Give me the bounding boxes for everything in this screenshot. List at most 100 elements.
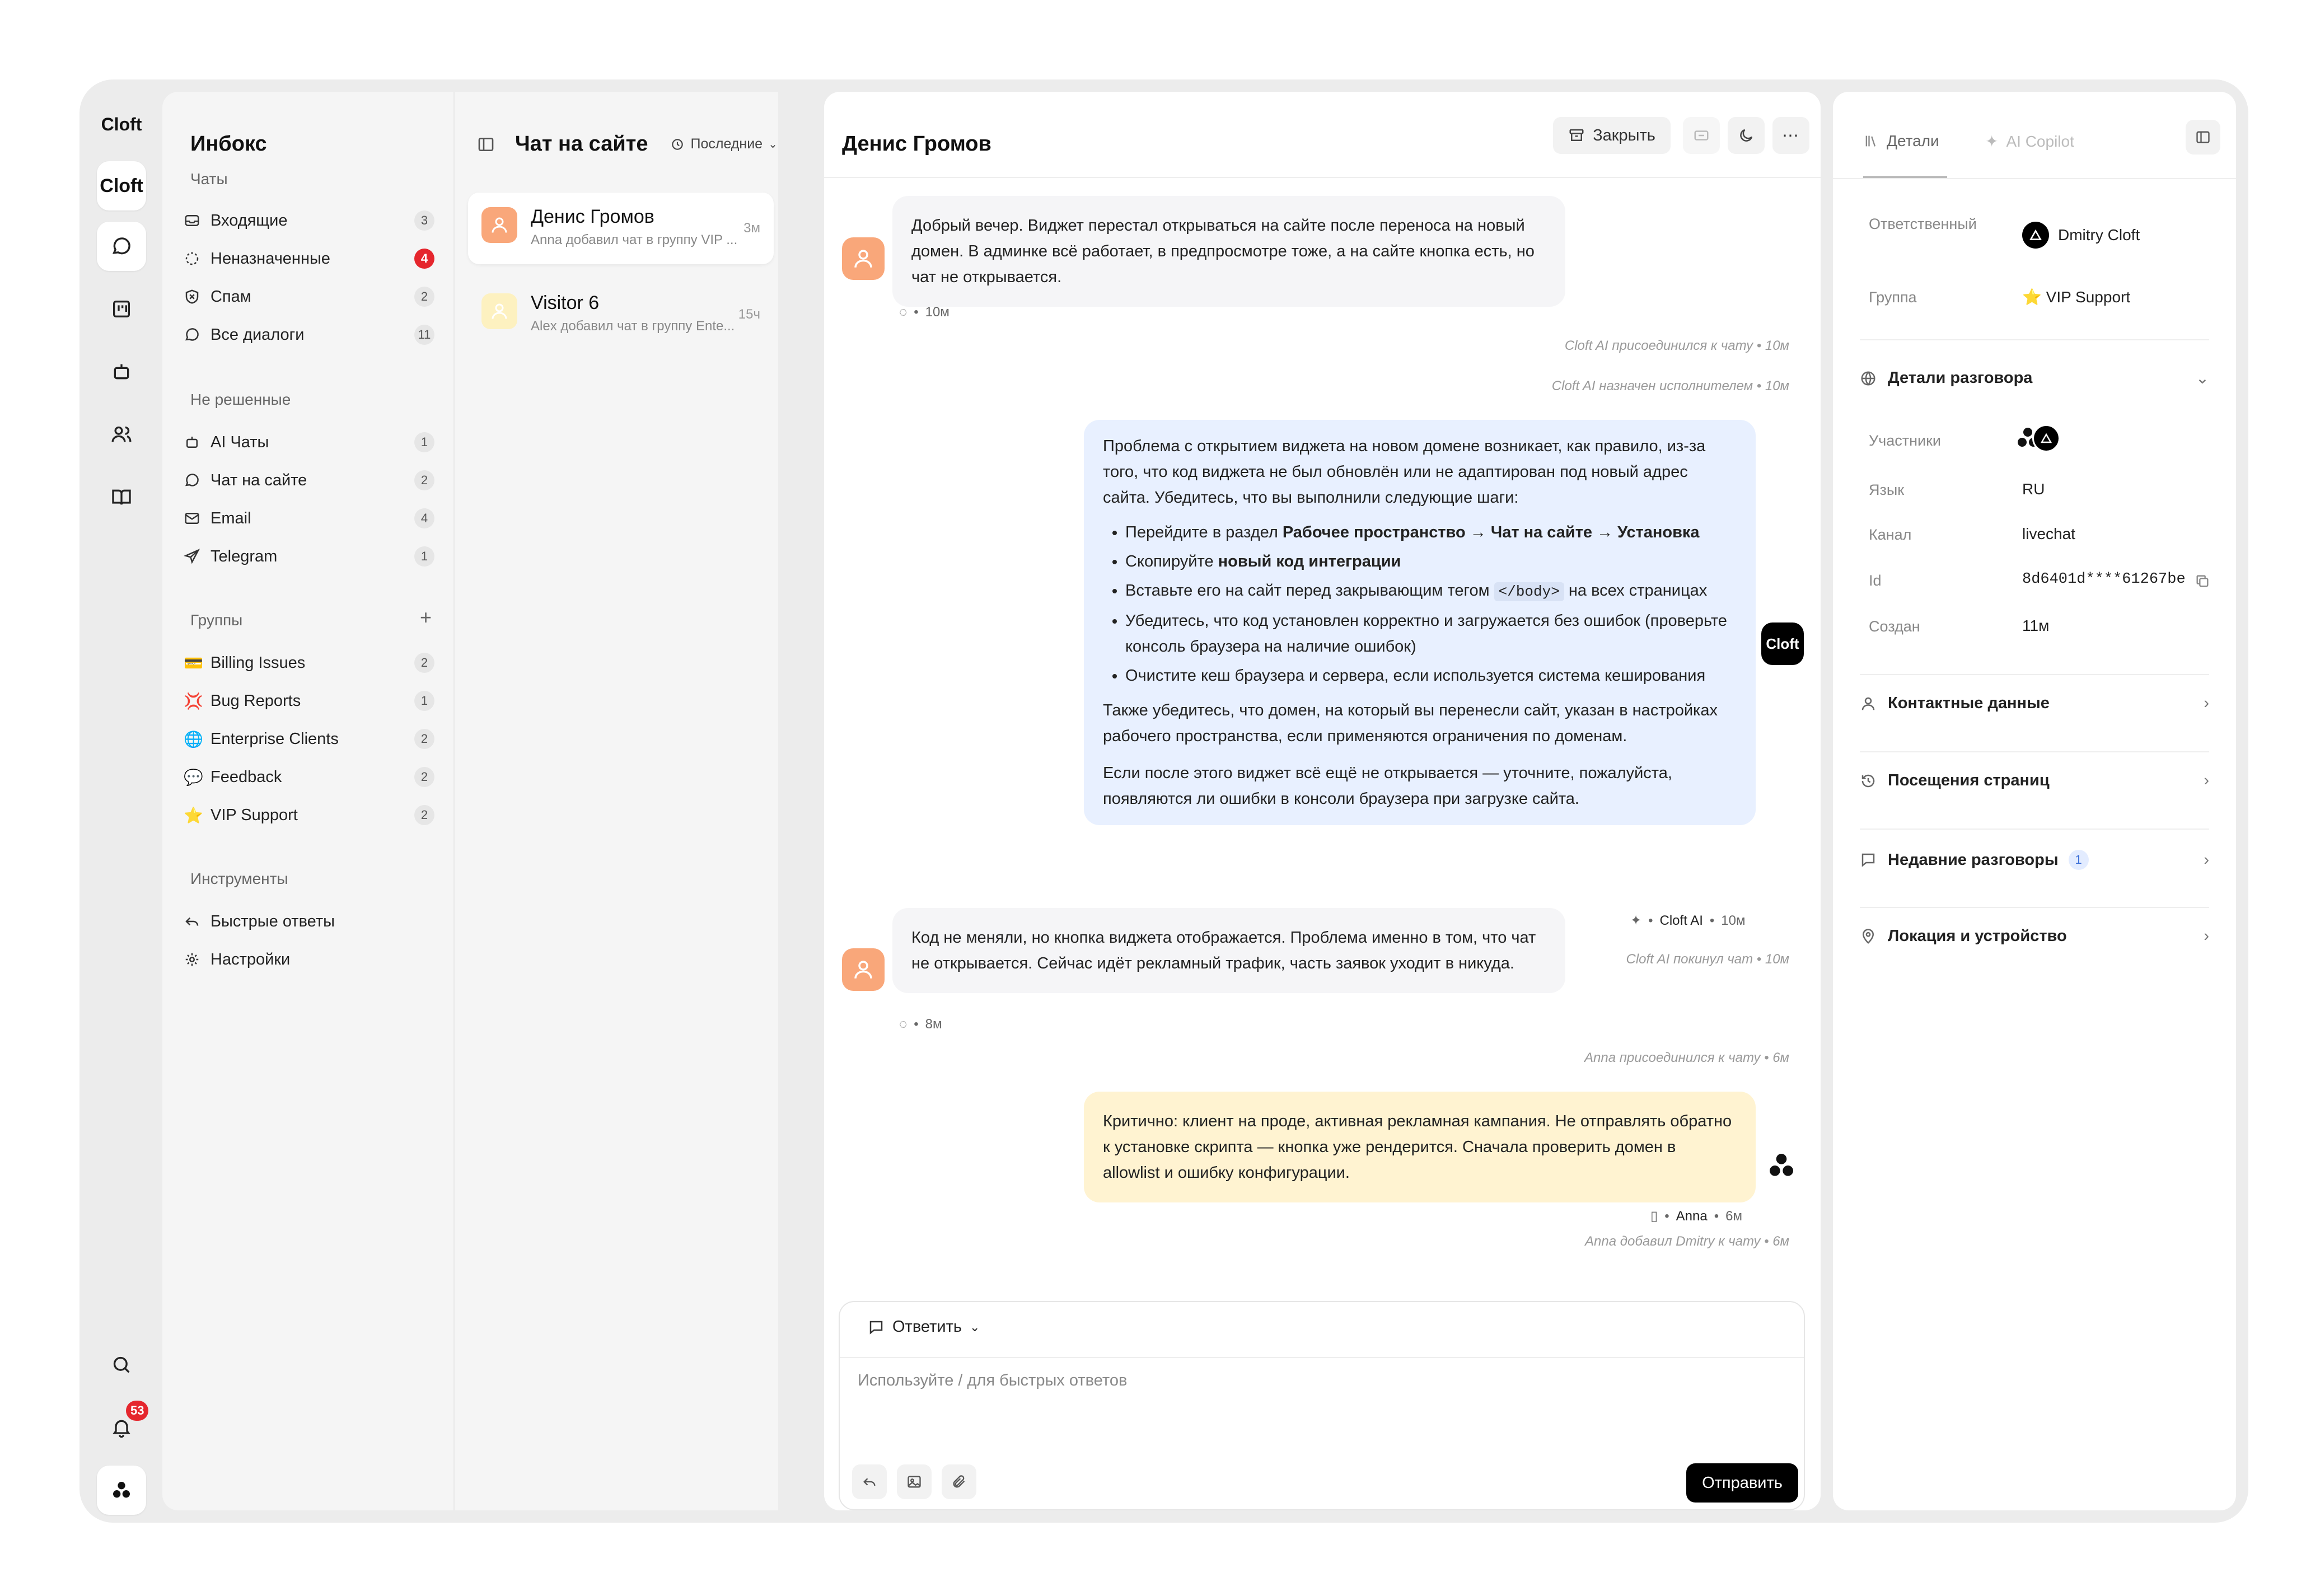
- group-field[interactable]: ⭐ VIP Support: [2022, 288, 2130, 306]
- sparkle-icon: ✦: [1985, 133, 1999, 150]
- nav-rail: Cloft Cloft 53: [79, 79, 163, 1523]
- history-icon: [1861, 774, 1875, 787]
- sidebar-item-all[interactable]: Все диалоги 11: [184, 318, 434, 352]
- group-bugs[interactable]: 💢 Bug Reports 1: [184, 684, 434, 718]
- group-vip[interactable]: ⭐ VIP Support 2: [184, 798, 434, 832]
- composer-input[interactable]: Используйте / для быстрых ответов: [858, 1372, 1127, 1390]
- nav-kanban[interactable]: [97, 284, 146, 334]
- message-meta: ◌ • 10м: [899, 305, 949, 320]
- conversation-details-toggle[interactable]: Детали разговора ⌄: [1860, 368, 2209, 388]
- note-icon: ▯: [1650, 1209, 1658, 1224]
- nav-bots[interactable]: [97, 347, 146, 396]
- chevron-right-icon: ›: [2204, 927, 2209, 945]
- divider: [1860, 907, 2209, 908]
- copy-button[interactable]: [2195, 573, 2210, 593]
- users-icon: [111, 426, 132, 442]
- system-event: Anna добавил Dmitry к чату • 6м: [1584, 1234, 1789, 1249]
- sidebar-item-email[interactable]: Email 4: [184, 502, 434, 535]
- workspace-switcher[interactable]: Cloft: [97, 161, 146, 210]
- sidebar-item-telegram[interactable]: Telegram 1: [184, 540, 434, 573]
- group-billing[interactable]: 💳 Billing Issues 2: [184, 646, 434, 680]
- sidebar-item-spam[interactable]: Спам 2: [184, 280, 434, 313]
- user-avatar[interactable]: [97, 1466, 146, 1515]
- sidebar-toggle-icon[interactable]: [477, 135, 495, 153]
- contact-data-section[interactable]: Контактные данные ›: [1860, 694, 2209, 713]
- avatar: [2022, 222, 2049, 249]
- location-device-section[interactable]: Локация и устройство ›: [1860, 927, 2209, 946]
- chat-icon: [185, 474, 199, 486]
- created-value: 11м: [2022, 617, 2050, 634]
- bell-icon: [113, 1420, 130, 1438]
- ai-avatar: Cloft: [1761, 623, 1804, 665]
- message-meta: ✦ • Cloft AI • 10м: [1630, 912, 1746, 929]
- chevron-right-icon: ›: [2204, 694, 2209, 712]
- sidebar-item-site-chat[interactable]: Чат на сайте 2: [184, 464, 434, 497]
- tabs-divider: [1833, 178, 2236, 179]
- snooze-button[interactable]: [1683, 117, 1720, 154]
- sidebar-item-ai-chats[interactable]: AI Чаты 1: [184, 425, 434, 459]
- nav-notifications[interactable]: 53: [97, 1401, 149, 1452]
- moon-icon: [1740, 129, 1753, 142]
- image-button[interactable]: [897, 1464, 932, 1499]
- more-button[interactable]: ⋯: [1772, 117, 1809, 154]
- sort-dropdown[interactable]: Последние ⌄: [670, 136, 778, 152]
- board-icon: [113, 301, 130, 317]
- nav-knowledge[interactable]: [97, 472, 146, 522]
- tool-quick-replies[interactable]: Быстрые ответы: [184, 905, 434, 938]
- language-value: RU: [2022, 480, 2045, 498]
- chevron-down-icon: ⌄: [768, 138, 778, 151]
- chat-icon: [113, 237, 130, 255]
- image-icon: [908, 1476, 921, 1488]
- tool-settings[interactable]: Настройки: [184, 943, 434, 976]
- participants-avatars: [2014, 424, 2060, 452]
- nav-search[interactable]: [97, 1340, 146, 1389]
- more-icon: ⋯: [1782, 126, 1800, 145]
- avatar: [481, 293, 517, 329]
- conversation-panel: Денис Громов Закрыть ⋯ Добрый вечер. Вид…: [824, 92, 1821, 1510]
- globe-icon: [1861, 371, 1875, 385]
- dashed-circle-icon: [185, 252, 199, 265]
- id-label: Id: [1869, 572, 1882, 589]
- user-icon: [1861, 697, 1875, 710]
- details-panel: Детали ✦ AI Copilot Ответственный Dmitry …: [1833, 92, 2236, 1510]
- ticket-icon: [1694, 130, 1709, 141]
- assignee-field[interactable]: Dmitry Cloft: [2022, 222, 2140, 249]
- user-icon: [492, 217, 507, 233]
- reply-mode-dropdown[interactable]: Ответить ⌄: [868, 1318, 980, 1336]
- group-enterprise[interactable]: 🌐 Enterprise Clients 2: [184, 722, 434, 756]
- list-item: Очистите кеш браузера и сервера, если ис…: [1125, 663, 1737, 689]
- sidebar-item-unassigned[interactable]: Неназначенные 4: [184, 242, 434, 275]
- chevron-down-icon: ⌄: [969, 1319, 980, 1334]
- conversation-title: Денис Громов: [842, 132, 991, 156]
- language-label: Язык: [1869, 481, 1905, 498]
- divider: [1860, 674, 2209, 675]
- user-icon: [492, 303, 507, 319]
- page-visits-section[interactable]: Посещения страниц ›: [1860, 771, 2209, 790]
- attach-button[interactable]: [942, 1464, 976, 1499]
- divider: [1860, 339, 2209, 340]
- chat-card[interactable]: Денис Громов Anna добавил чат в группу V…: [468, 193, 774, 264]
- mail-icon: [185, 513, 199, 524]
- undo-button[interactable]: [852, 1464, 887, 1499]
- search-icon: [113, 1356, 130, 1373]
- close-conversation-button[interactable]: Закрыть: [1553, 117, 1671, 154]
- send-button[interactable]: Отправить: [1686, 1463, 1798, 1503]
- tab-details[interactable]: Детали: [1863, 132, 1939, 150]
- clock-icon: [672, 138, 684, 150]
- nav-inbox[interactable]: [97, 222, 146, 271]
- avatar: [842, 237, 885, 280]
- list-item: Перейдите в раздел Рабочее пространство …: [1125, 519, 1737, 545]
- chevron-right-icon: ›: [2204, 771, 2209, 789]
- tab-ai-copilot[interactable]: ✦ AI Copilot: [1985, 132, 2074, 151]
- add-group-button[interactable]: +: [420, 606, 432, 629]
- recent-conversations-section[interactable]: Недавние разговоры 1 ›: [1860, 850, 2209, 870]
- chat-card[interactable]: Visitor 6 Alex добавил чат в группу Ente…: [468, 279, 774, 350]
- message-square-icon: [869, 1321, 883, 1335]
- collapse-panel-button[interactable]: [2186, 120, 2220, 155]
- sidebar-item-inbox[interactable]: Входящие 3: [184, 204, 434, 237]
- message-meta: ◌ • 8м: [899, 1017, 942, 1032]
- group-feedback[interactable]: 💬 Feedback 2: [184, 760, 434, 794]
- theme-toggle-button[interactable]: [1728, 117, 1765, 154]
- nav-contacts[interactable]: [97, 410, 146, 459]
- credit-card-icon: 💳: [184, 654, 203, 672]
